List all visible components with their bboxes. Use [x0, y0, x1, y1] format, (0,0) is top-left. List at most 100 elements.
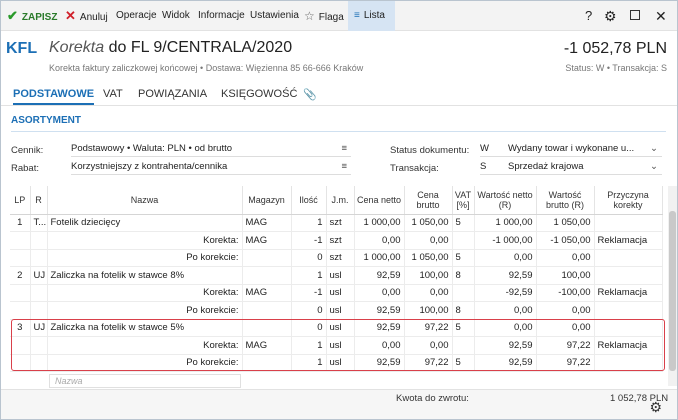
cell-przyczyna[interactable]: Reklamacja: [594, 284, 663, 302]
table-row[interactable]: 2 UJ Zaliczka na fotelik w stawce 8% 1 usl 92…: [10, 266, 663, 285]
scrollbar-thumb[interactable]: [669, 211, 676, 371]
cell-przyczyna[interactable]: [594, 249, 663, 267]
cell-cena-brutto[interactable]: 1 050,00: [404, 249, 453, 267]
cell-nazwa[interactable]: Korekta:: [47, 284, 243, 302]
status-document-select[interactable]: W Wydany towar i wykonane u... ⌄: [480, 141, 662, 157]
cennik-field[interactable]: Podstawowy • Waluta: PLN • od brutto ≡: [71, 141, 351, 157]
cell-r[interactable]: [30, 301, 48, 320]
cell-lp[interactable]: 3: [10, 319, 31, 337]
cell-ilosc[interactable]: 0: [291, 249, 327, 267]
cell-nazwa[interactable]: Po korekcie:: [47, 354, 243, 372]
table-row[interactable]: Po korekcie: 0 usl 92,59 100,00 8 0,00 0,00: [10, 301, 663, 320]
cell-jm[interactable]: szt: [326, 214, 355, 232]
cell-cena-netto[interactable]: 0,00: [354, 284, 405, 302]
cell-wartosc-brutto[interactable]: 0,00: [536, 301, 595, 320]
cell-cena-netto[interactable]: 92,59: [354, 301, 405, 320]
cell-r[interactable]: UJ: [30, 266, 48, 285]
cell-magazyn[interactable]: [242, 301, 292, 320]
cell-lp[interactable]: [10, 231, 31, 250]
col-wartosc-brutto[interactable]: Wartość brutto (R): [536, 186, 595, 215]
cell-magazyn[interactable]: MAG: [242, 336, 292, 355]
table-row[interactable]: 1 T... Fotelik dziecięcy MAG 1 szt 1 000,00 1 0…: [10, 214, 663, 232]
cell-cena-netto[interactable]: 0,00: [354, 231, 405, 250]
col-magazyn[interactable]: Magazyn: [242, 186, 292, 215]
cancel-button[interactable]: ✕ Anuluj: [65, 1, 108, 31]
cell-jm[interactable]: usl: [326, 354, 355, 372]
cell-ilosc[interactable]: 1: [291, 354, 327, 372]
cell-cena-netto[interactable]: 92,59: [354, 354, 405, 372]
table-row[interactable]: 3 UJ Zaliczka na fotelik w stawce 5% 0 usl 92…: [10, 319, 663, 337]
attachment-icon[interactable]: 📎: [303, 88, 317, 101]
cell-vat[interactable]: [452, 284, 475, 302]
cell-lp[interactable]: [10, 301, 31, 320]
cell-cena-netto[interactable]: 92,59: [354, 319, 405, 337]
cell-vat[interactable]: 8: [452, 266, 475, 285]
cell-nazwa[interactable]: Zaliczka na fotelik w stawce 8%: [47, 266, 243, 285]
menu-icon[interactable]: ≡: [341, 141, 347, 156]
save-button[interactable]: ✔ ZAPISZ: [7, 1, 57, 31]
cell-jm[interactable]: usl: [326, 284, 355, 302]
list-button[interactable]: ≡ Lista: [348, 1, 395, 31]
tab-podstawowe[interactable]: PODSTAWOWE: [13, 88, 95, 105]
cell-wartosc-netto[interactable]: 0,00: [474, 249, 537, 267]
new-item-input[interactable]: Nazwa: [49, 374, 241, 388]
chevron-down-icon[interactable]: ⌄: [650, 159, 658, 174]
cell-ilosc[interactable]: 0: [291, 319, 327, 337]
cell-przyczyna[interactable]: [594, 266, 663, 285]
cell-lp[interactable]: [10, 284, 31, 302]
cell-ilosc[interactable]: -1: [291, 284, 327, 302]
col-cena-brutto[interactable]: Cena brutto: [404, 186, 453, 215]
tab-powiazania[interactable]: POWIĄZANIA: [138, 88, 207, 100]
cell-nazwa[interactable]: Korekta:: [47, 336, 243, 355]
cell-wartosc-netto[interactable]: -92,59: [474, 284, 537, 302]
cell-cena-brutto[interactable]: 100,00: [404, 301, 453, 320]
cell-lp[interactable]: [10, 336, 31, 355]
cell-przyczyna[interactable]: [594, 319, 663, 337]
cell-jm[interactable]: szt: [326, 249, 355, 267]
cell-r[interactable]: [30, 354, 48, 372]
table-row[interactable]: Po korekcie: 0 szt 1 000,00 1 050,00 5 0,00 0,0…: [10, 249, 663, 267]
cell-nazwa[interactable]: Po korekcie:: [47, 301, 243, 320]
cell-cena-brutto[interactable]: 0,00: [404, 284, 453, 302]
chevron-down-icon[interactable]: ⌄: [650, 141, 658, 156]
cell-wartosc-netto[interactable]: 1 000,00: [474, 214, 537, 232]
cell-wartosc-netto[interactable]: 92,59: [474, 336, 537, 355]
table-row[interactable]: Po korekcie: 1 usl 92,59 97,22 5 92,59 97,22: [10, 354, 663, 372]
settings-icon[interactable]: ⚙: [649, 399, 662, 416]
cell-przyczyna[interactable]: [594, 354, 663, 372]
cell-nazwa[interactable]: Zaliczka na fotelik w stawce 5%: [47, 319, 243, 337]
cell-lp[interactable]: [10, 249, 31, 267]
cell-cena-brutto[interactable]: 100,00: [404, 266, 453, 285]
cell-wartosc-netto[interactable]: 0,00: [474, 301, 537, 320]
cell-wartosc-brutto[interactable]: 0,00: [536, 319, 595, 337]
col-jm[interactable]: J.m.: [326, 186, 355, 215]
cell-vat[interactable]: 5: [452, 354, 475, 372]
cell-cena-netto[interactable]: 0,00: [354, 336, 405, 355]
cell-magazyn[interactable]: [242, 319, 292, 337]
table-row[interactable]: Korekta: MAG -1 szt 0,00 0,00 -1 000,00 -1 050,…: [10, 231, 663, 250]
tab-ksiegowosc[interactable]: KSIĘGOWOŚĆ: [221, 88, 297, 100]
info-menu[interactable]: Informacje: [198, 1, 245, 31]
cell-r[interactable]: T...: [30, 214, 48, 232]
operations-menu[interactable]: Operacje: [116, 1, 157, 31]
cell-wartosc-brutto[interactable]: -100,00: [536, 284, 595, 302]
cell-vat[interactable]: 8: [452, 301, 475, 320]
cell-wartosc-brutto[interactable]: 100,00: [536, 266, 595, 285]
rabat-field[interactable]: Korzystniejszy z kontrahenta/cennika ≡: [71, 159, 351, 175]
settings-menu[interactable]: Ustawienia: [250, 1, 299, 31]
view-menu[interactable]: Widok: [162, 1, 190, 31]
cell-wartosc-netto[interactable]: -1 000,00: [474, 231, 537, 250]
cell-magazyn[interactable]: [242, 266, 292, 285]
cell-magazyn[interactable]: MAG: [242, 231, 292, 250]
cell-cena-netto[interactable]: 1 000,00: [354, 214, 405, 232]
cell-jm[interactable]: usl: [326, 319, 355, 337]
cell-jm[interactable]: usl: [326, 336, 355, 355]
col-nazwa[interactable]: Nazwa: [47, 186, 243, 215]
cell-r[interactable]: [30, 284, 48, 302]
cell-magazyn[interactable]: MAG: [242, 214, 292, 232]
cell-cena-brutto[interactable]: 0,00: [404, 231, 453, 250]
cell-lp[interactable]: 1: [10, 214, 31, 232]
cell-r[interactable]: [30, 336, 48, 355]
col-vat[interactable]: VAT [%]: [452, 186, 475, 215]
cell-cena-brutto[interactable]: 0,00: [404, 336, 453, 355]
